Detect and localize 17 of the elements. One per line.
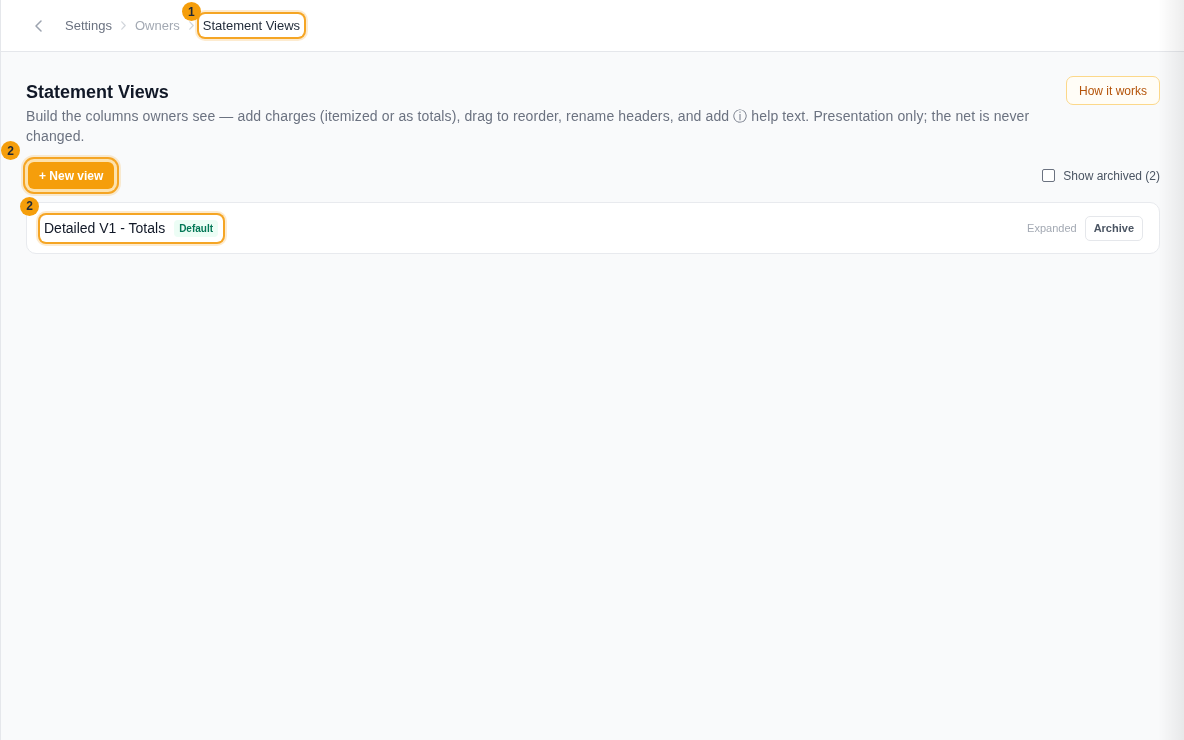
chevron-left-icon bbox=[35, 19, 42, 32]
page-description: Build the columns owners see — add charges (itemized or as totals), drag to reorder, rename headers, and add ⓘ help text. Presentation only; the net is never changed. bbox=[26, 107, 1031, 146]
back-button[interactable] bbox=[32, 17, 45, 34]
view-mode-label: Expanded bbox=[1027, 222, 1077, 234]
breadcrumb-link[interactable]: Settings bbox=[65, 14, 112, 37]
callout-number: 2 bbox=[1, 141, 20, 160]
callout-number: 1 bbox=[181, 2, 201, 21]
page-title: Statement Views bbox=[26, 81, 170, 103]
chevron-right-icon bbox=[188, 21, 194, 30]
view-name: Detailed V1 - Totals bbox=[44, 220, 166, 236]
chevron-right-icon bbox=[121, 21, 126, 30]
callout-number: 2 bbox=[20, 196, 39, 216]
show-archived-checkbox[interactable] bbox=[1042, 169, 1056, 182]
show-archived-label: Show archived (2) bbox=[1063, 168, 1160, 183]
archive-button[interactable]: Archive bbox=[1084, 215, 1143, 241]
how-it-works-button[interactable]: How it works bbox=[1066, 76, 1160, 105]
default-tag: Default bbox=[174, 219, 219, 237]
